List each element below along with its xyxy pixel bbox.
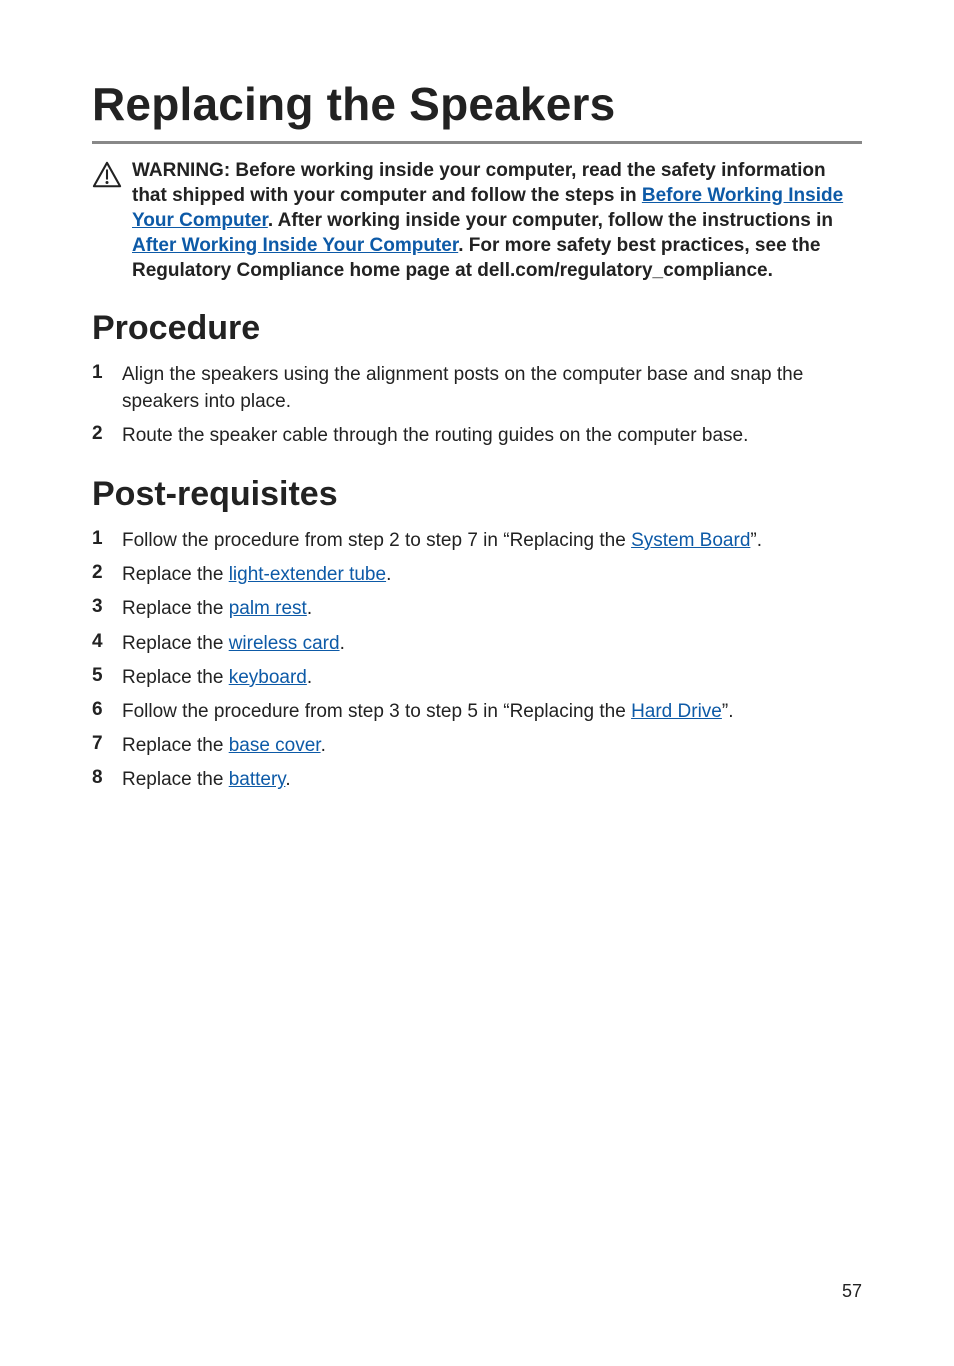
step-text: Replace the keyboard. (122, 665, 862, 691)
link-keyboard[interactable]: keyboard (229, 667, 307, 688)
list-item: 1 Align the speakers using the alignment… (92, 362, 862, 414)
list-item: 5 Replace the keyboard. (92, 665, 862, 691)
list-item: 2 Route the speaker cable through the ro… (92, 423, 862, 449)
heading-procedure: Procedure (92, 309, 862, 348)
link-system-board[interactable]: System Board (631, 530, 750, 551)
link-after-working[interactable]: After Working Inside Your Computer (132, 235, 458, 256)
step-number: 8 (92, 767, 122, 789)
list-item: 6 Follow the procedure from step 3 to st… (92, 699, 862, 725)
list-item: 1 Follow the procedure from step 2 to st… (92, 528, 862, 554)
page-title: Replacing the Speakers (92, 78, 862, 144)
post-requisites-list: 1 Follow the procedure from step 2 to st… (92, 528, 862, 794)
link-battery[interactable]: battery (229, 769, 286, 790)
step-number: 6 (92, 699, 122, 721)
list-item: 4 Replace the wireless card. (92, 631, 862, 657)
step-text: Replace the light-extender tube. (122, 562, 862, 588)
step-text: Replace the wireless card. (122, 631, 862, 657)
link-hard-drive[interactable]: Hard Drive (631, 701, 722, 722)
step-number: 5 (92, 665, 122, 687)
page: Replacing the Speakers WARNING: Before w… (0, 0, 954, 1366)
link-palm-rest[interactable]: palm rest (229, 598, 307, 619)
heading-post-requisites: Post-requisites (92, 475, 862, 514)
warning-text: WARNING: Before working inside your comp… (132, 158, 862, 283)
step-number: 2 (92, 562, 122, 584)
link-base-cover[interactable]: base cover (229, 735, 321, 756)
step-number: 7 (92, 733, 122, 755)
step-text: Route the speaker cable through the rout… (122, 423, 862, 449)
warning-icon (92, 160, 122, 190)
page-number: 57 (842, 1281, 862, 1302)
warning-mid1: . After working inside your computer, fo… (268, 210, 833, 231)
step-number: 1 (92, 362, 122, 384)
step-text: Align the speakers using the alignment p… (122, 362, 862, 414)
step-number: 3 (92, 596, 122, 618)
step-text: Follow the procedure from step 3 to step… (122, 699, 862, 725)
list-item: 8 Replace the battery. (92, 767, 862, 793)
step-text: Replace the base cover. (122, 733, 862, 759)
procedure-list: 1 Align the speakers using the alignment… (92, 362, 862, 449)
warning-block: WARNING: Before working inside your comp… (92, 158, 862, 283)
step-text: Follow the procedure from step 2 to step… (122, 528, 862, 554)
list-item: 3 Replace the palm rest. (92, 596, 862, 622)
link-wireless-card[interactable]: wireless card (229, 633, 340, 654)
list-item: 7 Replace the base cover. (92, 733, 862, 759)
link-light-extender-tube[interactable]: light-extender tube (229, 564, 386, 585)
step-number: 4 (92, 631, 122, 653)
step-text: Replace the palm rest. (122, 596, 862, 622)
step-text: Replace the battery. (122, 767, 862, 793)
step-number: 2 (92, 423, 122, 445)
step-number: 1 (92, 528, 122, 550)
list-item: 2 Replace the light-extender tube. (92, 562, 862, 588)
